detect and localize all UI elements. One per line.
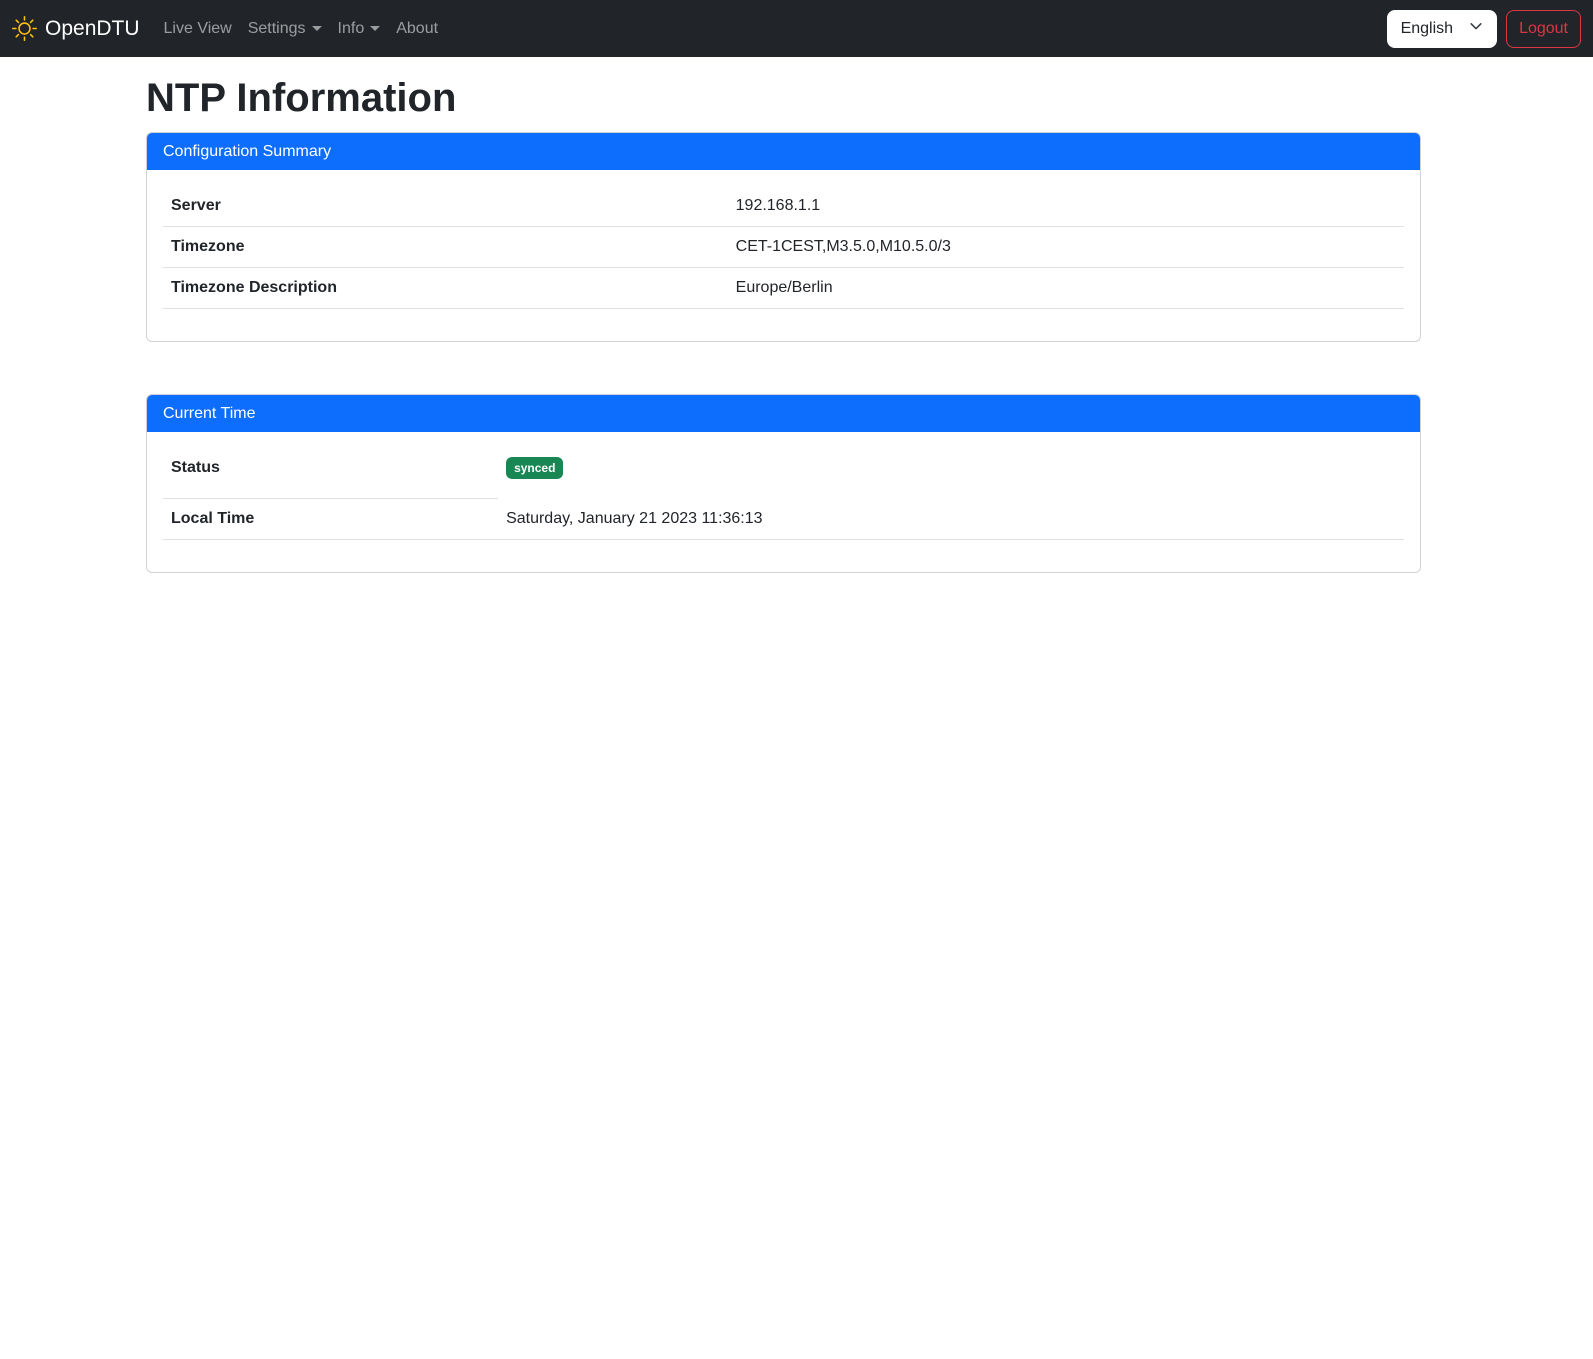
chevron-down-icon [312, 26, 322, 31]
nav-item-label: About [396, 20, 438, 38]
table-row-local-time: Local Time Saturday, January 21 2023 11:… [163, 499, 1404, 540]
page-title: NTP Information [146, 76, 1421, 121]
chevron-down-icon [370, 26, 380, 31]
configuration-summary-card-body: Server 192.168.1.1 Timezone CET-1CEST,M3… [147, 170, 1420, 341]
row-label: Timezone [163, 227, 728, 268]
brand-label: OpenDTU [45, 17, 140, 41]
configuration-summary-card: Configuration Summary Server 192.168.1.1… [146, 132, 1421, 342]
nav-item-settings[interactable]: Settings [240, 12, 330, 46]
table-row-timezone-description: Timezone Description Europe/Berlin [163, 268, 1404, 309]
row-value: 192.168.1.1 [728, 186, 1404, 227]
row-value: Europe/Berlin [728, 268, 1404, 309]
table-row-timezone: Timezone CET-1CEST,M3.5.0,M10.5.0/3 [163, 227, 1404, 268]
nav-item-about[interactable]: About [388, 12, 446, 46]
status-badge: synced [506, 457, 563, 479]
nav-item-info[interactable]: Info [330, 12, 389, 46]
logout-button[interactable]: Logout [1506, 10, 1581, 48]
row-value: synced [498, 448, 1404, 499]
row-label: Timezone Description [163, 268, 728, 309]
nav-item-label: Info [338, 20, 365, 38]
row-value: Saturday, January 21 2023 11:36:13 [498, 499, 1404, 540]
navbar-right: English Logout [1387, 10, 1581, 48]
nav-item-label: Settings [248, 20, 306, 38]
row-label: Status [163, 448, 498, 499]
navbar: OpenDTU Live View Settings Info About En… [0, 0, 1593, 57]
sun-icon [12, 16, 37, 41]
language-select[interactable]: English [1387, 10, 1497, 48]
nav-links: Live View Settings Info About [156, 12, 447, 46]
chevron-down-icon [1469, 19, 1483, 38]
current-time-card-body: Status synced Local Time Saturday, Janua… [147, 432, 1420, 572]
nav-item-live-view[interactable]: Live View [156, 12, 240, 46]
row-label: Server [163, 186, 728, 227]
configuration-summary-table: Server 192.168.1.1 Timezone CET-1CEST,M3… [163, 186, 1404, 309]
table-row-status: Status synced [163, 448, 1404, 499]
brand-link[interactable]: OpenDTU [12, 16, 140, 41]
current-time-table: Status synced Local Time Saturday, Janua… [163, 448, 1404, 540]
nav-item-label: Live View [164, 20, 232, 38]
table-row-server: Server 192.168.1.1 [163, 186, 1404, 227]
row-label: Local Time [163, 499, 498, 540]
language-selected-value: English [1401, 20, 1453, 38]
current-time-card-header: Current Time [147, 395, 1420, 432]
main-content: NTP Information Configuration Summary Se… [146, 76, 1421, 573]
configuration-summary-card-header: Configuration Summary [147, 133, 1420, 170]
current-time-card: Current Time Status synced Local Time Sa… [146, 394, 1421, 573]
row-value: CET-1CEST,M3.5.0,M10.5.0/3 [728, 227, 1404, 268]
